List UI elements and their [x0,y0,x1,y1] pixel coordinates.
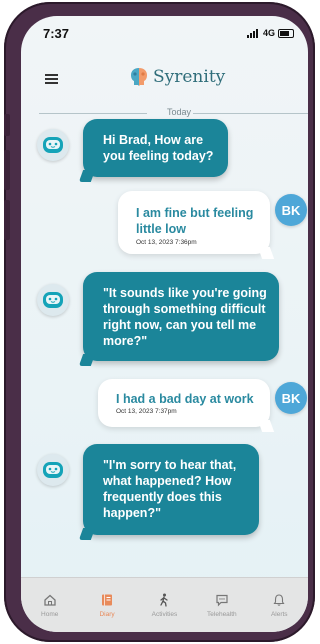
date-divider-label: Today [166,107,192,117]
tab-label: Home [41,611,59,618]
user-avatar: BK [275,194,307,226]
status-indicators: 4G [246,28,294,38]
home-icon [44,594,56,606]
tab-label: Alerts [270,611,288,618]
chat-icon [216,594,228,607]
message-text: "I'm sorry to hear that, what happened? … [103,458,237,520]
status-time: 7:37 [43,26,70,41]
app-header: Syrenity [21,52,308,108]
tab-diary[interactable]: Diary [83,592,131,618]
robot-icon [43,462,63,478]
user-avatar: BK [275,382,307,414]
message-text: I am fine but feeling little low [136,206,254,236]
bot-message: "I'm sorry to hear that, what happened? … [78,444,259,540]
bot-avatar [37,454,69,486]
bot-message: "It sounds like you're going through som… [78,272,279,366]
tab-home[interactable]: Home [26,592,74,618]
app-logo: Syrenity [128,66,225,88]
user-message: I am fine but feeling little low Oct 13,… [118,191,275,259]
network-label: 4G [262,28,275,38]
walking-icon [160,593,169,607]
message-text: I had a bad day at work [116,392,254,406]
signal-icon [246,28,260,38]
tab-label: Activities [151,611,178,618]
robot-icon [43,292,63,308]
tab-telehealth[interactable]: Telehealth [198,592,246,618]
tab-activities[interactable]: Activities [140,592,188,618]
message-timestamp: Oct 13, 2023 7:36pm [136,239,197,246]
tab-alerts[interactable]: Alerts [255,592,303,618]
bot-message: Hi Brad, How are you feeling today? [78,119,228,182]
bot-avatar [37,284,69,316]
bot-avatar [37,129,69,161]
date-divider: Today [39,107,308,119]
volume-down-button [4,200,10,240]
mute-switch [4,114,10,136]
app-name: Syrenity [153,67,226,87]
battery-icon [278,28,294,38]
app-screen: 7:37 4G Syrenity Today Hi Brad, How are … [21,16,308,632]
robot-icon [43,137,63,153]
bell-icon [273,594,285,606]
tab-label: Diary [99,611,115,618]
status-bar: 7:37 4G [21,16,308,48]
hamburger-menu-icon[interactable] [45,74,58,84]
diary-icon [102,594,113,606]
message-text: "It sounds like you're going through som… [103,286,267,348]
volume-up-button [4,150,10,190]
brain-logo-icon [131,68,147,86]
phone-frame: 7:37 4G Syrenity Today Hi Brad, How are … [4,2,315,642]
user-message: I had a bad day at work Oct 13, 2023 7:3… [98,379,275,432]
tab-label: Telehealth [207,611,237,618]
message-timestamp: Oct 13, 2023 7:37pm [116,408,177,415]
message-text: Hi Brad, How are you feeling today? [103,133,214,163]
bottom-tab-bar: Home Diary Activities Telehealth Alerts [21,577,308,632]
